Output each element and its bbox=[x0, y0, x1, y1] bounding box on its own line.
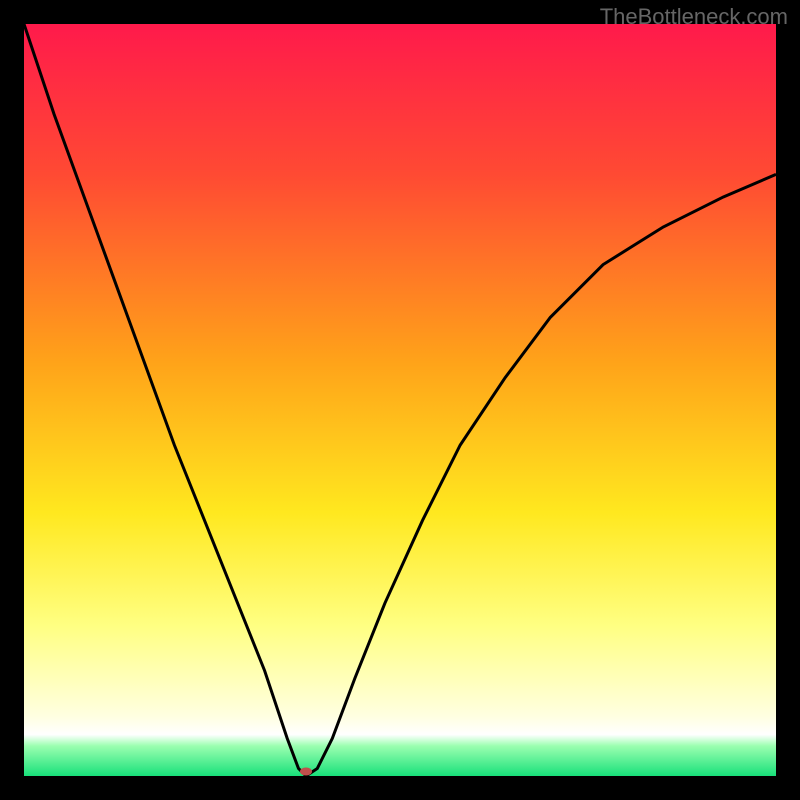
watermark-text: TheBottleneck.com bbox=[600, 4, 788, 30]
chart-frame bbox=[24, 24, 776, 776]
bottleneck-chart bbox=[24, 24, 776, 776]
gradient-background bbox=[24, 24, 776, 776]
optimum-marker bbox=[300, 767, 312, 775]
